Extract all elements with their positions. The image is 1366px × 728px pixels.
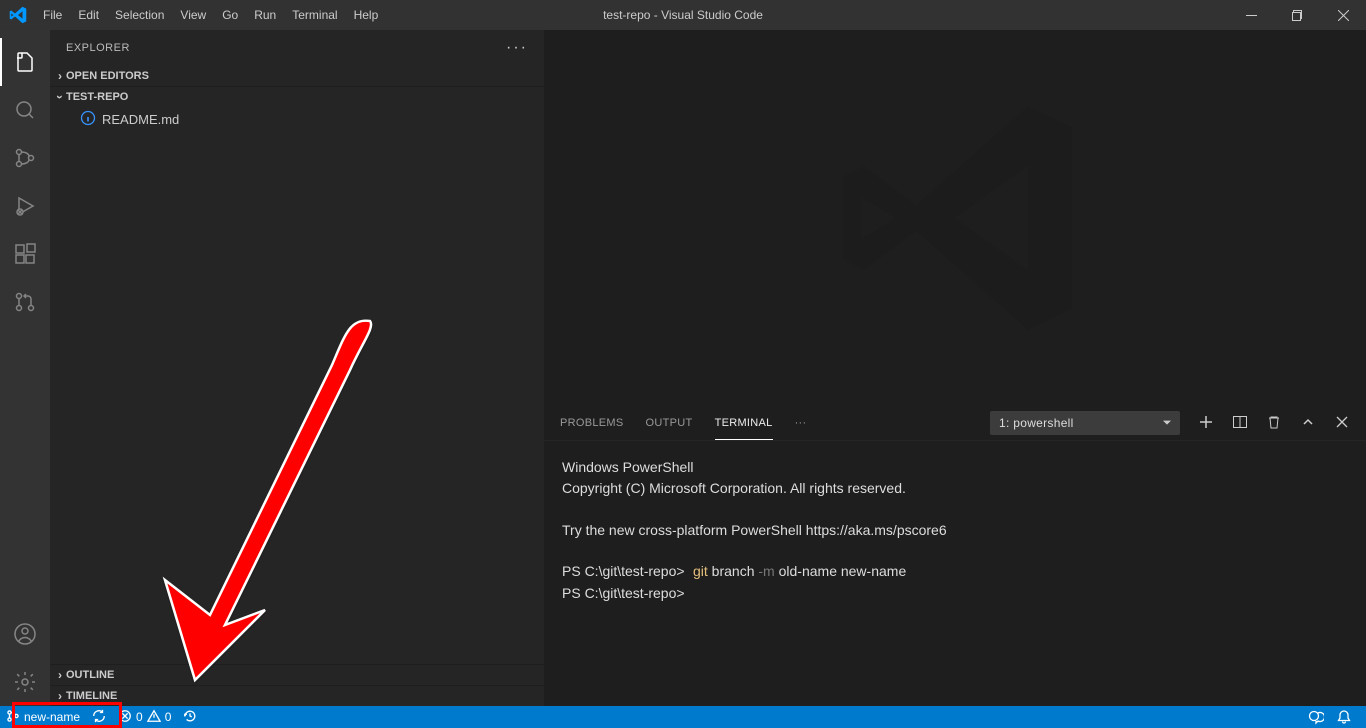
window-controls bbox=[1228, 0, 1366, 30]
split-terminal-icon[interactable] bbox=[1232, 414, 1248, 433]
menu-help[interactable]: Help bbox=[346, 0, 387, 30]
info-icon bbox=[80, 110, 96, 129]
menu-edit[interactable]: Edit bbox=[70, 0, 107, 30]
bell-icon[interactable] bbox=[1330, 706, 1358, 728]
menu-run[interactable]: Run bbox=[246, 0, 284, 30]
outline-section[interactable]: › OUTLINE bbox=[50, 664, 544, 685]
history-status-item[interactable] bbox=[177, 706, 203, 728]
run-debug-icon[interactable] bbox=[0, 182, 50, 230]
sidebar-explorer: EXPLORER ··· › OPEN EDITORS › TEST-REPO … bbox=[50, 30, 544, 706]
error-icon bbox=[118, 709, 132, 726]
explorer-header: EXPLORER ··· bbox=[50, 30, 544, 66]
gear-icon[interactable] bbox=[0, 658, 50, 706]
menu-view[interactable]: View bbox=[172, 0, 214, 30]
file-item-readme[interactable]: README.md bbox=[50, 107, 544, 132]
file-name: README.md bbox=[102, 112, 179, 127]
more-tabs-icon[interactable]: ··· bbox=[795, 417, 807, 429]
chevron-right-icon: › bbox=[58, 689, 62, 703]
terminal-content[interactable]: Windows PowerShell Copyright (C) Microso… bbox=[544, 441, 1366, 706]
sync-icon bbox=[92, 709, 106, 726]
empty-editor bbox=[544, 30, 1366, 405]
section-label: TEST-REPO bbox=[66, 91, 128, 103]
close-button[interactable] bbox=[1320, 0, 1366, 30]
vscode-logo bbox=[0, 6, 35, 24]
tab-output[interactable]: OUTPUT bbox=[646, 406, 693, 440]
minimize-button[interactable] bbox=[1228, 0, 1274, 30]
tab-terminal[interactable]: TERMINAL bbox=[715, 406, 773, 440]
sync-status-item[interactable] bbox=[86, 706, 112, 728]
new-terminal-icon[interactable] bbox=[1198, 414, 1214, 433]
vscode-watermark-icon bbox=[825, 88, 1085, 348]
timeline-section[interactable]: › TIMELINE bbox=[50, 685, 544, 706]
error-count: 0 bbox=[136, 710, 143, 724]
menu-selection[interactable]: Selection bbox=[107, 0, 172, 30]
explorer-more-icon[interactable]: ··· bbox=[506, 39, 528, 57]
chevron-right-icon: › bbox=[58, 668, 62, 682]
tab-problems[interactable]: PROBLEMS bbox=[560, 406, 624, 440]
bottom-panel: PROBLEMS OUTPUT TERMINAL ··· 1: powershe… bbox=[544, 405, 1366, 706]
window-title: test-repo - Visual Studio Code bbox=[603, 8, 763, 22]
explorer-title: EXPLORER bbox=[66, 42, 130, 54]
warning-icon bbox=[147, 709, 161, 726]
section-label: TIMELINE bbox=[66, 690, 117, 702]
editor-area: PROBLEMS OUTPUT TERMINAL ··· 1: powershe… bbox=[544, 30, 1366, 706]
workbench: EXPLORER ··· › OPEN EDITORS › TEST-REPO … bbox=[0, 30, 1366, 706]
git-branch-icon bbox=[6, 709, 20, 726]
open-editors-section[interactable]: › OPEN EDITORS bbox=[50, 66, 544, 86]
branch-name: new-name bbox=[24, 710, 80, 724]
source-control-icon[interactable] bbox=[0, 134, 50, 182]
section-label: OPEN EDITORS bbox=[66, 70, 149, 82]
explorer-icon[interactable] bbox=[0, 38, 50, 86]
account-icon[interactable] bbox=[0, 610, 50, 658]
status-bar: new-name 0 0 bbox=[0, 706, 1366, 728]
history-icon bbox=[183, 709, 197, 726]
maximize-button[interactable] bbox=[1274, 0, 1320, 30]
chevron-right-icon: › bbox=[58, 69, 62, 83]
menu-terminal[interactable]: Terminal bbox=[284, 0, 345, 30]
warning-count: 0 bbox=[165, 710, 172, 724]
pull-requests-icon[interactable] bbox=[0, 278, 50, 326]
feedback-icon[interactable] bbox=[1302, 706, 1330, 728]
titlebar: File Edit Selection View Go Run Terminal… bbox=[0, 0, 1366, 30]
activity-bar bbox=[0, 30, 50, 706]
close-panel-icon[interactable] bbox=[1334, 414, 1350, 433]
trash-icon[interactable] bbox=[1266, 414, 1282, 433]
section-label: OUTLINE bbox=[66, 669, 114, 681]
chevron-up-icon[interactable] bbox=[1300, 414, 1316, 433]
chevron-down-icon: › bbox=[53, 95, 67, 99]
panel-tabs: PROBLEMS OUTPUT TERMINAL ··· 1: powershe… bbox=[544, 406, 1366, 441]
extensions-icon[interactable] bbox=[0, 230, 50, 278]
terminal-selector[interactable]: 1: powershell bbox=[990, 411, 1180, 435]
folder-section[interactable]: › TEST-REPO bbox=[50, 86, 544, 107]
problems-status-item[interactable]: 0 0 bbox=[112, 706, 177, 728]
menu-go[interactable]: Go bbox=[214, 0, 246, 30]
menu-file[interactable]: File bbox=[35, 0, 70, 30]
menu-bar: File Edit Selection View Go Run Terminal… bbox=[35, 0, 386, 30]
search-icon[interactable] bbox=[0, 86, 50, 134]
branch-status-item[interactable]: new-name bbox=[0, 706, 86, 728]
